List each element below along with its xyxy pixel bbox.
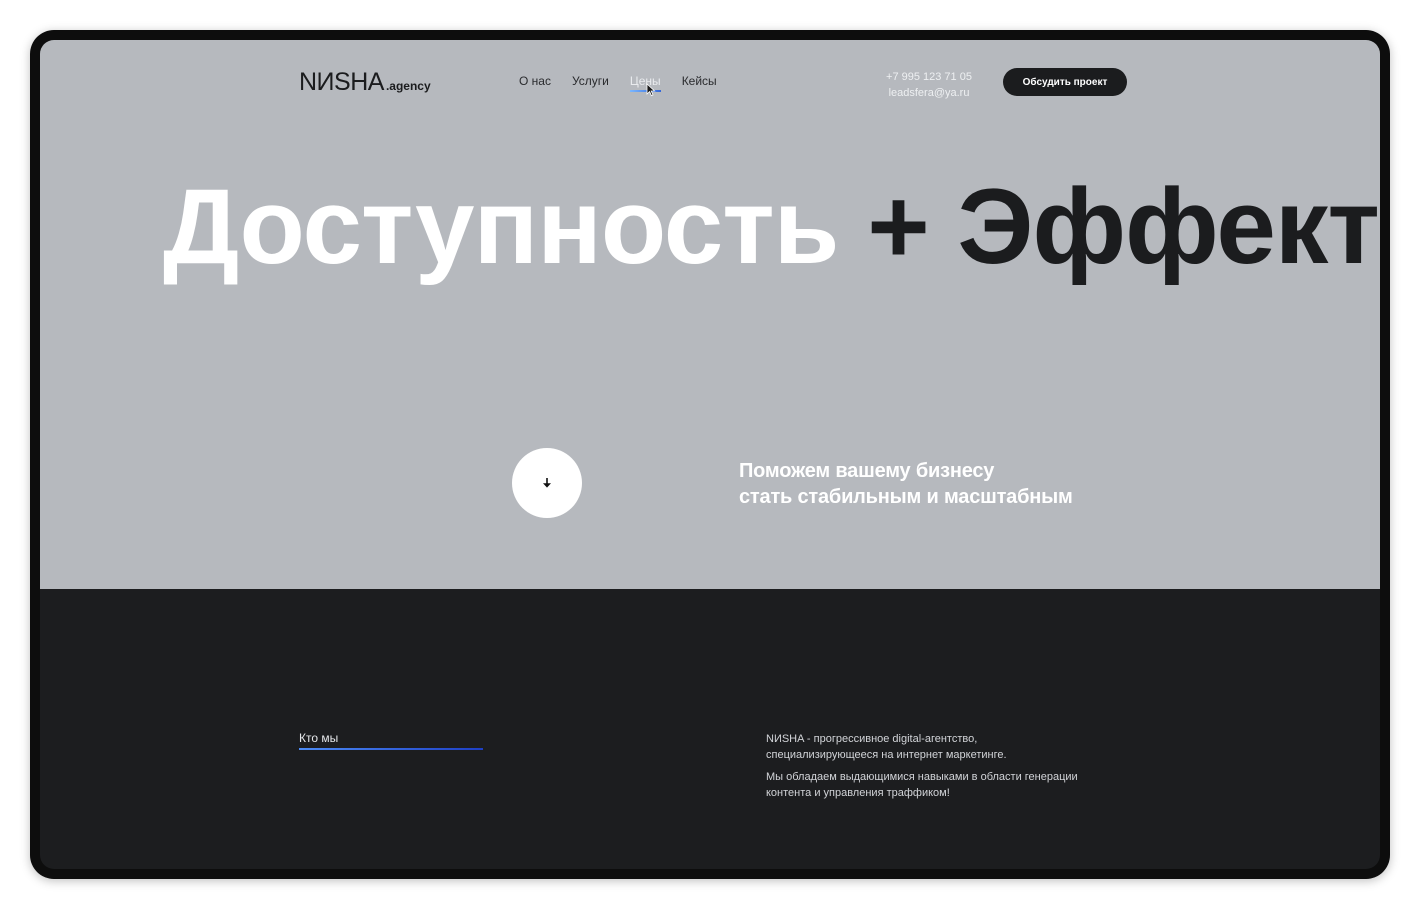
hero-headline: Доступность + Эффективность (163, 173, 1380, 280)
discuss-project-button[interactable]: Обсудить проект (1003, 68, 1127, 96)
tagline-line-2: стать стабильным и масштабным (739, 486, 1073, 508)
nav-link-cases[interactable]: Кейсы (682, 74, 717, 92)
hero-tagline: Поможем вашему бизнесу стать стабильным … (739, 458, 1073, 510)
arrow-down-icon (543, 478, 551, 488)
about-paragraph-1: NИSHA - прогрессивное digital-агентство,… (766, 731, 1136, 763)
about-p2-line-1: Мы обладаем выдающимися навыками в облас… (766, 771, 1078, 783)
mouse-cursor-icon (646, 83, 656, 97)
headline-part-accessibility: Доступность (163, 166, 839, 286)
logo[interactable]: NИSHA .agency (299, 68, 431, 98)
nav-link-services[interactable]: Услуги (572, 74, 609, 92)
about-p1-line-1: NИSHA - прогрессивное digital-агентство, (766, 733, 978, 745)
nav-link-about[interactable]: О нас (519, 74, 551, 92)
logo-wordmark: NИSHA (299, 68, 384, 96)
tagline-line-1: Поможем вашему бизнесу (739, 460, 995, 482)
about-paragraph-2: Мы обладаем выдающимися навыками в облас… (766, 769, 1136, 801)
main-nav: О нас Услуги Цены Кейсы (519, 74, 717, 92)
about-p2-line-2: контента и управления траффиком! (766, 787, 950, 799)
hero-section: NИSHA .agency О нас Услуги Цены Кейсы +7… (40, 40, 1380, 589)
about-section-label: Кто мы (299, 731, 483, 750)
logo-suffix: .agency (385, 79, 431, 93)
browser-viewport: NИSHA .agency О нас Услуги Цены Кейсы +7… (40, 40, 1380, 869)
about-description: NИSHA - прогрессивное digital-агентство,… (766, 731, 1136, 807)
headline-part-efficiency: + Эффективность (867, 166, 1380, 286)
email-link[interactable]: leadsfera@ya.ru (875, 85, 983, 101)
phone-link[interactable]: +7 995 123 71 05 (875, 69, 983, 85)
scroll-down-button[interactable] (512, 448, 582, 518)
device-frame: NИSHA .agency О нас Услуги Цены Кейсы +7… (30, 30, 1390, 879)
about-p1-line-2: специализирующееся на интернет маркетинг… (766, 749, 1007, 761)
contact-info: +7 995 123 71 05 leadsfera@ya.ru (875, 69, 983, 101)
